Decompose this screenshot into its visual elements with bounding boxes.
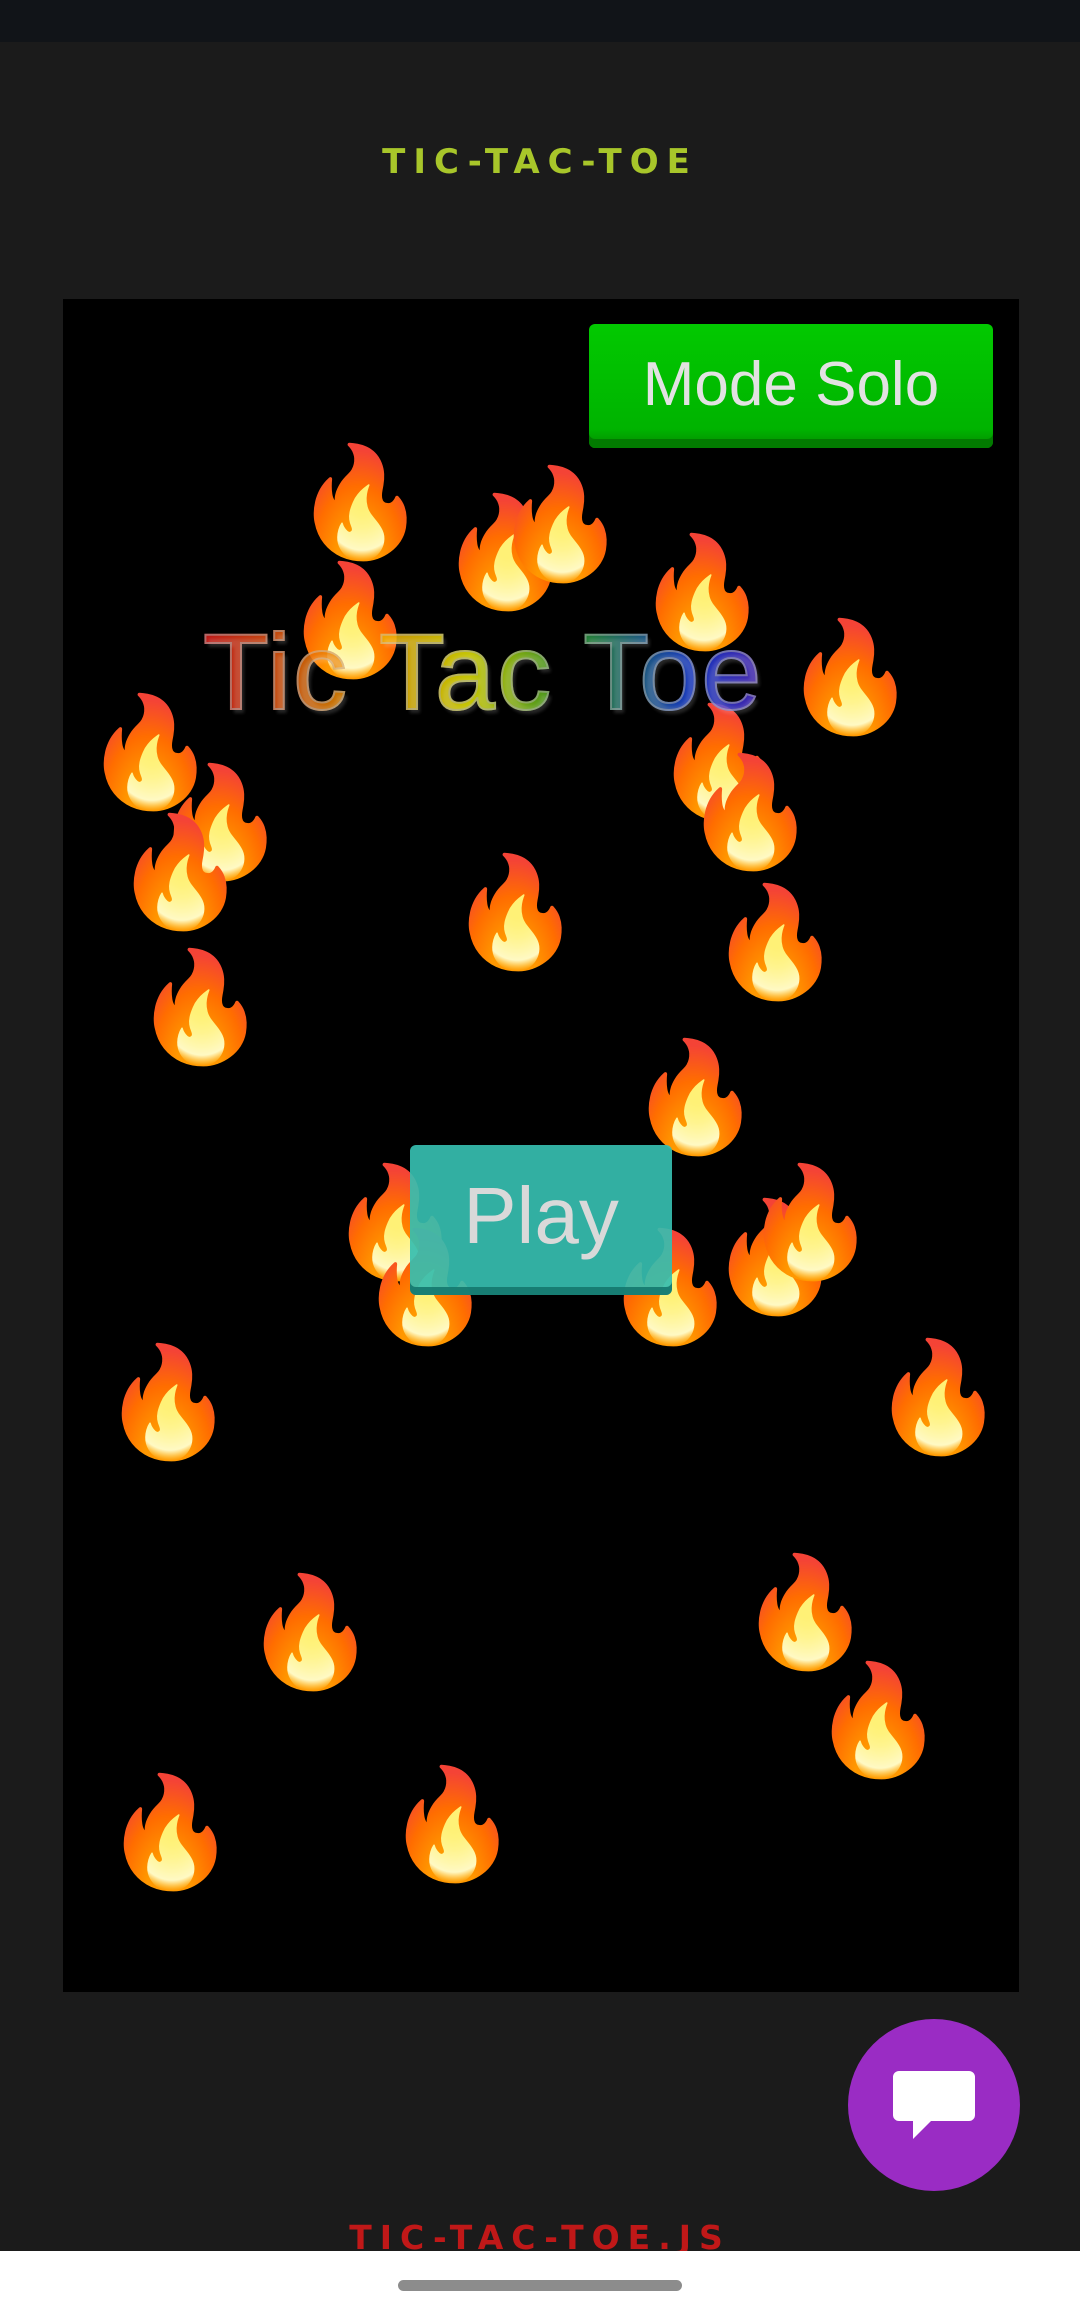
flame-icon: 🔥 (811, 1658, 946, 1783)
flame-icon: 🔥 (743, 1160, 878, 1285)
play-button[interactable]: Play (410, 1145, 672, 1295)
mode-solo-button[interactable]: Mode Solo (589, 324, 993, 448)
flame-icon: 🔥 (103, 1770, 238, 1895)
flame-icon: 🔥 (385, 1762, 520, 1887)
flame-icon: 🔥 (448, 850, 583, 975)
flame-icon: 🔥 (683, 750, 818, 875)
flame-icon: 🔥 (738, 1550, 873, 1675)
flame-icon: 🔥 (628, 1035, 763, 1160)
chat-bubble-icon (893, 2071, 975, 2139)
flame-icon: 🔥 (133, 945, 268, 1070)
game-canvas[interactable]: Mode Solo 🔥 🔥 🔥 🔥 🔥 🔥 🔥 🔥 🔥 🔥 🔥 🔥 🔥 🔥 🔥 … (63, 299, 1019, 1992)
flame-icon: 🔥 (243, 1570, 378, 1695)
system-nav-bar (0, 2251, 1080, 2313)
status-bar (0, 0, 1080, 42)
flame-icon: 🔥 (293, 440, 428, 565)
flame-icon: 🔥 (871, 1335, 1006, 1460)
home-gesture-handle[interactable] (398, 2280, 682, 2291)
flame-icon: 🔥 (113, 810, 248, 935)
flame-icon: 🔥 (493, 462, 628, 587)
flame-icon: 🔥 (101, 1340, 236, 1465)
game-title: Tic Tac Toe (202, 609, 943, 734)
flame-icon: 🔥 (708, 880, 843, 1005)
chat-button[interactable] (848, 2019, 1020, 2191)
page-title: TIC-TAC-TOE (382, 142, 698, 182)
